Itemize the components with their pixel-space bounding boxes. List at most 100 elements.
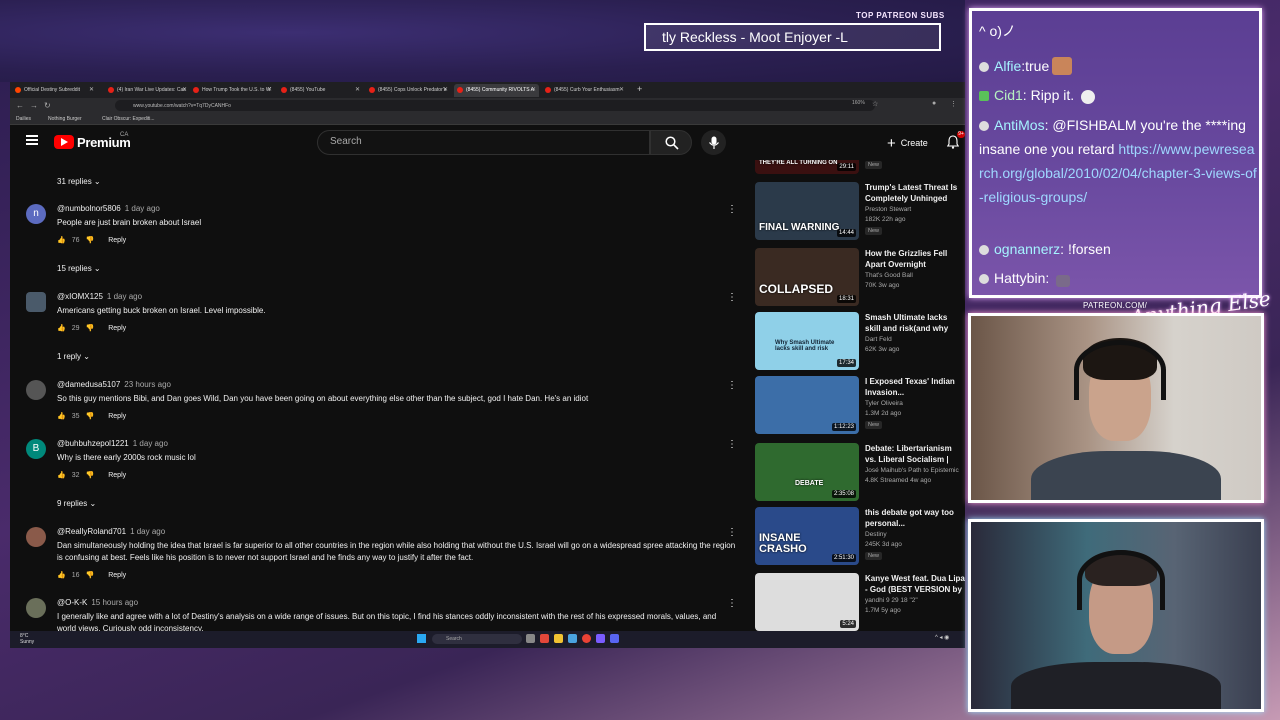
search-button[interactable] [650,130,692,155]
dislike-icon[interactable]: 👎 [86,472,95,479]
like-icon[interactable]: 👍 [57,572,66,579]
reply-button[interactable]: Reply [108,413,126,420]
bookmark-item[interactable]: Clair Obscur: Expediti... [102,116,155,122]
more-options-icon[interactable]: ⋮ [727,380,737,391]
more-options-icon[interactable]: ⋮ [727,527,737,538]
dislike-icon[interactable]: 👎 [86,237,95,244]
browser-tab[interactable]: How Trump Took the U.S. to W ✕ [190,84,275,97]
channel-name[interactable]: yandhi 9 29 18 "2" [865,597,918,604]
replies-toggle[interactable]: 1 reply ⌄ [57,352,90,361]
comment-author[interactable]: @O-K-K 15 hours ago [57,598,138,607]
channel-name[interactable]: Tyler Oliveira [865,400,903,407]
dislike-icon[interactable]: 👎 [86,325,95,332]
weather-widget[interactable]: 8°C Sunny [20,633,34,645]
avatar[interactable]: B [26,439,46,459]
windows-start-icon[interactable] [417,634,426,643]
browser-tab[interactable]: (8455) YouTube ✕ [278,84,363,97]
comment-author[interactable]: @ReallyRoland701 1 day ago [57,527,165,536]
avatar[interactable]: n [26,204,46,224]
new-tab-button[interactable]: + [637,84,642,94]
browser-tab-active[interactable]: (8455) Community RIVOLTS A ✕ [454,84,539,97]
video-thumbnail[interactable]: COLLAPSED 18:31 [755,248,859,306]
comment-time[interactable]: 1 day ago [125,204,160,213]
comment-time[interactable]: 1 day ago [107,292,142,301]
video-thumbnail[interactable]: DEBATE 2:35:08 [755,443,859,501]
avatar[interactable] [26,380,46,400]
replies-toggle[interactable]: 15 replies ⌄ [57,264,101,273]
browser-tab[interactable]: Official Destiny Subreddit ✕ [12,84,97,97]
chat-username[interactable]: Hattybin [994,270,1045,286]
video-title[interactable]: Smash Ultimate lacks skill and risk(and … [865,312,965,334]
youtube-logo-icon[interactable] [54,135,74,149]
avatar[interactable] [26,598,46,618]
forward-icon[interactable]: → [30,101,38,110]
author-handle[interactable]: @O-K-K [57,598,87,607]
hamburger-menu-icon[interactable] [26,135,38,145]
related-video[interactable]: THEY'RE ALL TURNING ON 29:11 New [755,160,965,178]
close-icon[interactable]: ✕ [619,86,624,93]
file-explorer-icon[interactable] [554,634,563,643]
more-options-icon[interactable]: ⋮ [727,204,737,215]
menu-dots-icon[interactable]: ⋮ [950,100,957,108]
close-icon[interactable]: ✕ [355,86,360,93]
url-field[interactable]: www.youtube.com/watch?v=Tq7DyCANHFo [115,100,875,111]
browser-tab[interactable]: (4) Iran War Live Updates: Cas ✕ [105,84,190,97]
like-icon[interactable]: 👍 [57,237,66,244]
video-thumbnail[interactable]: 1:12:23 [755,376,859,434]
close-icon[interactable]: ✕ [267,86,272,93]
related-video[interactable]: FINAL WARNING 14:44 Trump's Latest Threat… [755,182,965,244]
avatar[interactable] [26,292,46,312]
dislike-icon[interactable]: 👎 [86,572,95,579]
reply-button[interactable]: Reply [108,325,126,332]
bookmark-item[interactable]: Dailies [16,116,31,122]
video-title[interactable]: How the Grizzlies Fell Apart Overnight [865,248,965,270]
back-icon[interactable]: ← [16,101,24,110]
comment-time[interactable]: 1 day ago [130,527,165,536]
reload-icon[interactable]: ↻ [44,101,51,110]
video-thumbnail[interactable]: INSANE CRASHO 2:51:30 [755,507,859,565]
more-options-icon[interactable]: ⋮ [727,292,737,303]
comment-author[interactable]: @damedusa5107 23 hours ago [57,380,171,389]
video-thumbnail[interactable]: THEY'RE ALL TURNING ON 29:11 [755,160,859,174]
task-view-icon[interactable] [526,634,535,643]
close-icon[interactable]: ✕ [531,86,536,93]
author-handle[interactable]: @numbolnor5806 [57,204,121,213]
comment-time[interactable]: 15 hours ago [91,598,138,607]
comment-author[interactable]: @xIOMX125 1 day ago [57,292,142,301]
video-thumbnail[interactable]: 5:24 [755,573,859,631]
comment-time[interactable]: 1 day ago [133,439,168,448]
video-title[interactable]: Kanye West feat. Dua Lipa - God (BEST VE… [865,573,965,595]
close-icon[interactable]: ✕ [443,86,448,93]
extension-icon[interactable]: ● [932,100,936,107]
author-handle[interactable]: @buhbuhzepol1221 [57,439,129,448]
channel-name[interactable]: Destiny [865,531,887,538]
dislike-icon[interactable]: 👎 [86,413,95,420]
comment-author[interactable]: @buhbuhzepol1221 1 day ago [57,439,168,448]
video-thumbnail[interactable]: Why Smash Ultimate lacks skill and risk 1… [755,312,859,370]
app-icon[interactable] [540,634,549,643]
bookmark-item[interactable]: Nothing Burger [48,116,82,122]
video-title[interactable]: Debate: Libertarianism vs. Liberal Socia… [865,443,965,465]
replies-toggle[interactable]: 9 replies ⌄ [57,499,96,508]
reply-button[interactable]: Reply [108,572,126,579]
more-options-icon[interactable]: ⋮ [727,439,737,450]
replies-toggle[interactable]: 31 replies ⌄ [57,177,101,186]
app-icon[interactable] [568,634,577,643]
comment-author[interactable]: @numbolnor5806 1 day ago [57,204,160,213]
app-icon[interactable] [596,634,605,643]
related-video[interactable]: INSANE CRASHO 2:51:30 this debate got way… [755,507,965,569]
related-video[interactable]: 1:12:23 I Exposed Texas' Indian Invasion… [755,376,965,438]
chat-username[interactable]: ognannerz [994,241,1060,257]
video-title[interactable]: this debate got way too personal... [865,507,965,529]
chat-username[interactable]: Cid1 [994,87,1023,103]
browser-tab[interactable]: (8455) Curb Your Enthusiasm ✕ [542,84,627,97]
chat-username[interactable]: Alfie [994,58,1021,74]
like-icon[interactable]: 👍 [57,325,66,332]
related-video[interactable]: Why Smash Ultimate lacks skill and risk 1… [755,312,965,374]
comment-time[interactable]: 23 hours ago [124,380,171,389]
close-icon[interactable]: ✕ [182,86,187,93]
discord-icon[interactable] [610,634,619,643]
video-title[interactable]: I Exposed Texas' Indian Invasion... [865,376,965,398]
create-button[interactable]: + Create [877,132,938,154]
related-video[interactable]: DEBATE 2:35:08 Debate: Libertarianism vs.… [755,443,965,505]
